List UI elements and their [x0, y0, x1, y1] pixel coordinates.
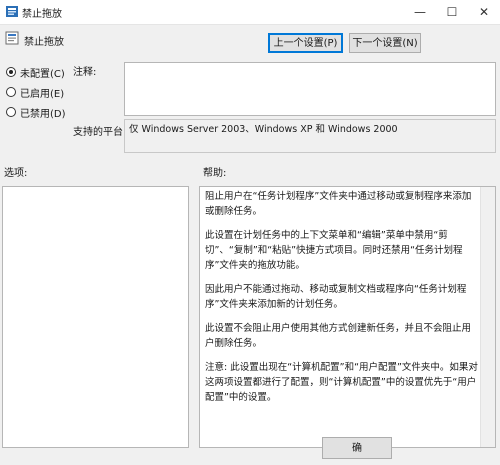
options-section-label: 选项:: [4, 168, 28, 179]
help-paragraph: 注意: 此设置出现在“计算机配置”和“用户配置”文件夹中。如果对这两项设置都进行…: [205, 362, 478, 403]
radio-label: 已禁用(D): [20, 108, 66, 120]
close-icon: ✕: [478, 5, 490, 19]
help-paragraph: 阻止用户在“任务计划程序”文件夹中通过移动或复制程序来添加或删除任务。: [205, 191, 472, 217]
policy-name: 禁止拖放: [24, 37, 64, 48]
help-text: 阻止用户在“任务计划程序”文件夹中通过移动或复制程序来添加或删除任务。 此设置在…: [200, 187, 485, 416]
ok-button[interactable]: 确: [322, 437, 392, 459]
help-paragraph: 此设置不会阻止用户使用其他方式创建新任务，并且不会阻止用户删除任务。: [205, 323, 472, 349]
window-title: 禁止拖放: [22, 9, 62, 20]
radio-label: 已启用(E): [20, 88, 65, 100]
minimize-icon: —: [414, 5, 426, 19]
supported-platform-value: 仅 Windows Server 2003、Windows XP 和 Windo…: [124, 119, 496, 153]
title-bar: 禁止拖放 — ☐ ✕: [0, 0, 500, 25]
comment-textarea[interactable]: [124, 62, 496, 116]
radio-enabled[interactable]: 已启用(E): [6, 85, 65, 100]
help-section-label: 帮助:: [203, 168, 227, 179]
help-paragraph: 因此用户不能通过拖动、移动或复制文档或程序向“任务计划程序”文件夹来添加新的计划…: [205, 284, 467, 310]
close-button[interactable]: ✕: [468, 0, 500, 24]
comment-label: 注释:: [73, 67, 97, 78]
radio-dot: [6, 67, 16, 77]
policy-setting-icon: [5, 31, 19, 45]
help-paragraph: 此设置在计划任务中的上下文菜单和“编辑”菜单中禁用“剪切”、“复制”和“粘贴”快…: [205, 230, 463, 271]
supported-platform-label: 支持的平台:: [73, 127, 127, 138]
next-setting-button[interactable]: 下一个设置(N): [349, 33, 421, 53]
radio-label: 未配置(C): [20, 68, 65, 80]
previous-setting-button[interactable]: 上一个设置(P): [268, 33, 343, 53]
policy-app-icon: [6, 6, 18, 17]
radio-not-configured[interactable]: 未配置(C): [6, 65, 65, 80]
radio-disabled[interactable]: 已禁用(D): [6, 105, 66, 120]
options-panel: [2, 186, 189, 448]
minimize-button[interactable]: —: [404, 0, 436, 24]
maximize-icon: ☐: [446, 5, 458, 19]
maximize-button[interactable]: ☐: [436, 0, 468, 24]
help-panel: 阻止用户在“任务计划程序”文件夹中通过移动或复制程序来添加或删除任务。 此设置在…: [199, 186, 496, 448]
radio-dot: [6, 107, 16, 117]
radio-dot: [6, 87, 16, 97]
help-scrollbar[interactable]: [480, 187, 495, 447]
